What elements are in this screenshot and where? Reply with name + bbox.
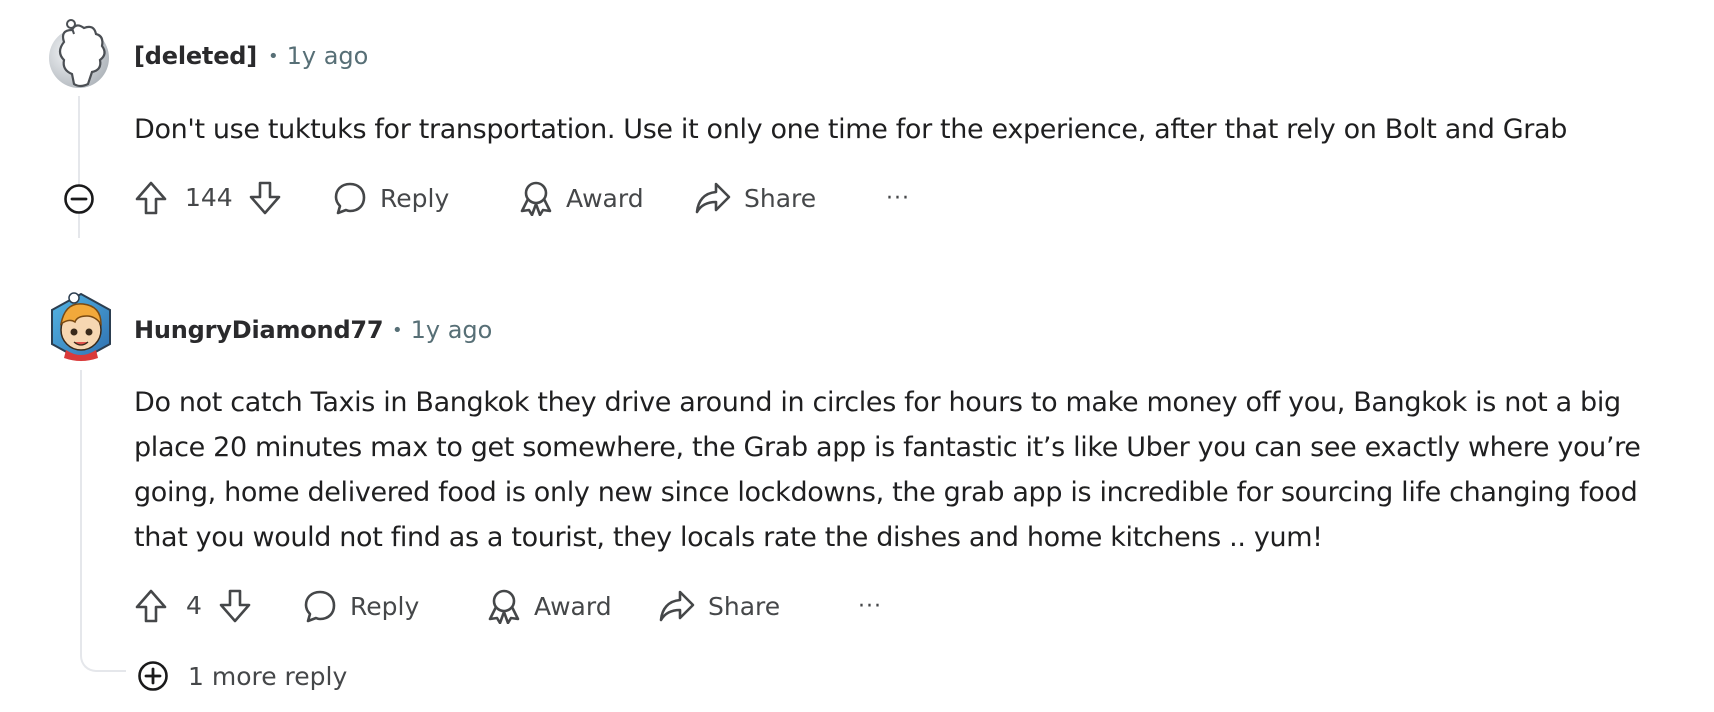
award-label: Award (534, 591, 612, 621)
downvote-button[interactable] (248, 178, 282, 218)
deleted-user-avatar (49, 19, 109, 88)
share-button[interactable]: Share (694, 178, 816, 218)
share-label: Share (708, 591, 781, 621)
award-button[interactable]: Award (486, 586, 612, 626)
timestamp-text: 1y ago (410, 316, 493, 344)
more-replies-button[interactable]: 1 more reply (136, 656, 347, 696)
award-label: Award (566, 183, 644, 213)
vote-score: 4 (186, 591, 202, 620)
comment-actions: 144 Reply Award Share ··· (132, 178, 932, 218)
timestamp-text: 1y ago (286, 42, 369, 70)
share-button[interactable]: Share (658, 586, 780, 626)
comment-author[interactable]: HungryDiamond77 (134, 316, 384, 344)
reply-icon (304, 590, 336, 623)
more-replies-label: 1 more reply (188, 661, 348, 691)
upvote-button[interactable] (134, 178, 168, 218)
upvote-icon (135, 589, 167, 623)
reply-button[interactable]: Reply (302, 586, 419, 626)
comment-timestamp: • 1y ago (268, 42, 368, 70)
award-icon (520, 181, 552, 216)
comment-timestamp: • 1y ago (392, 316, 492, 344)
more-options-button[interactable]: ··· (886, 178, 910, 218)
award-button[interactable]: Award (518, 178, 644, 218)
thread-line[interactable] (80, 370, 82, 646)
separator-dot: • (392, 320, 403, 341)
share-label: Share (744, 183, 817, 213)
share-icon (695, 182, 731, 214)
collapse-thread-icon[interactable] (62, 182, 96, 216)
reply-icon (334, 182, 366, 215)
more-options-button[interactable]: ··· (858, 586, 882, 626)
comment-author[interactable]: [deleted] (134, 42, 257, 70)
comment-actions: 4 Reply Award Share ··· (132, 586, 912, 626)
downvote-icon (249, 181, 281, 215)
separator-dot: • (268, 46, 279, 67)
upvote-button[interactable] (134, 586, 168, 626)
reply-label: Reply (380, 183, 450, 213)
reply-label: Reply (350, 591, 420, 621)
comment-body: Don't use tuktuks for transportation. Us… (134, 114, 1568, 145)
award-icon (488, 589, 520, 624)
upvote-icon (135, 181, 167, 215)
expand-replies-icon (138, 661, 168, 691)
thread-line[interactable] (78, 96, 80, 238)
vote-score: 144 (185, 183, 233, 212)
user-avatar (51, 292, 111, 362)
ellipsis-icon: ··· (858, 593, 882, 619)
downvote-icon (219, 589, 251, 623)
ellipsis-icon: ··· (886, 185, 910, 211)
reply-button[interactable]: Reply (332, 178, 449, 218)
share-icon (659, 590, 695, 622)
downvote-button[interactable] (218, 586, 252, 626)
more-replies-connector (80, 636, 126, 672)
comment-body: Do not catch Taxis in Bangkok they drive… (134, 387, 1641, 553)
